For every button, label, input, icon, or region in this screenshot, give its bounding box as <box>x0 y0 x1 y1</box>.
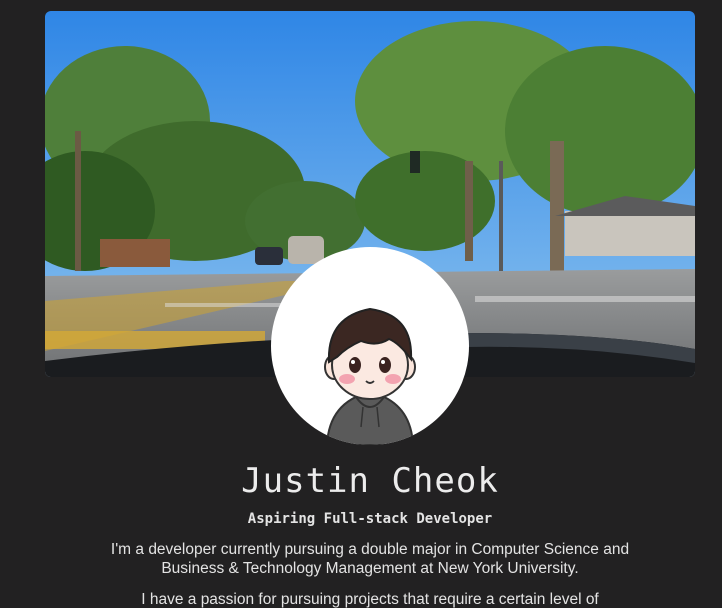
avatar <box>271 247 469 445</box>
bio-paragraph: I'm a developer currently pursuing a dou… <box>110 541 630 577</box>
bio-paragraph: I have a passion for pursuing projects t… <box>141 591 599 608</box>
profile-tagline: Aspiring Full-stack Developer <box>247 511 493 527</box>
profile-name: Justin Cheok <box>241 461 499 501</box>
